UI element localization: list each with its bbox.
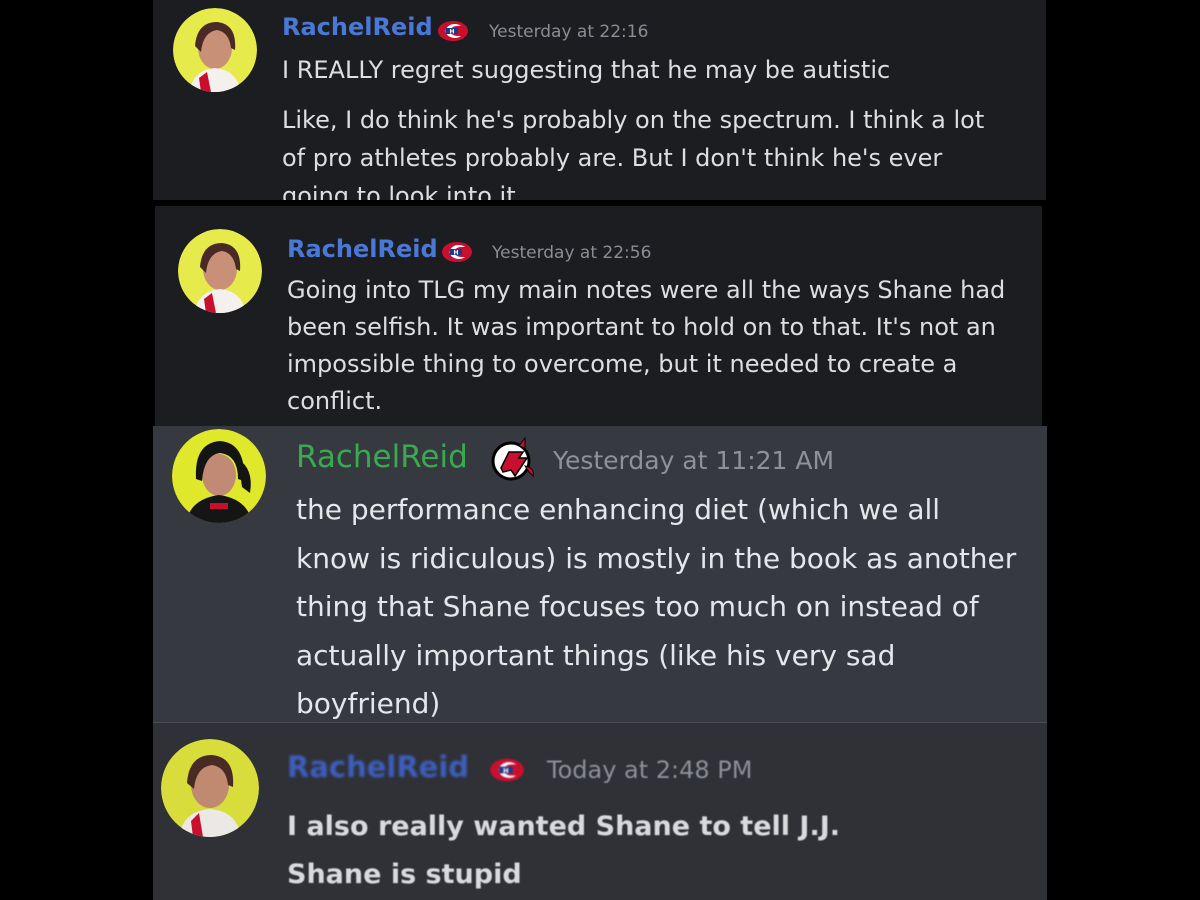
message-timestamp: Yesterday at 22:56 <box>492 243 652 263</box>
message-line: boyfriend) <box>296 687 441 720</box>
user-avatar[interactable] <box>172 429 266 523</box>
message-line: of pro athletes probably are. But I don'… <box>282 144 943 172</box>
message-line: Shane is stupid <box>287 859 522 890</box>
message-timestamp: Today at 2:48 PM <box>547 756 753 784</box>
message-panel-1: RachelReid H Yesterday at 22:16 I REALLY… <box>153 0 1046 200</box>
canadiens-logo-icon: H <box>489 757 525 783</box>
svg-text:H: H <box>503 767 509 775</box>
message-line: thing that Shane focuses too much on ins… <box>296 590 979 623</box>
message-line: conflict. <box>287 387 383 415</box>
message-line: know is ridiculous) is mostly in the boo… <box>296 541 1017 575</box>
message-line: Like, I do think he's probably on the sp… <box>282 106 985 134</box>
author-name[interactable]: RachelReid <box>287 235 438 263</box>
message-text: Going into TLG my main notes were all th… <box>287 272 1005 420</box>
canadiens-logo-icon: H <box>441 241 473 263</box>
message-line: I also really wanted Shane to tell J.J. <box>287 811 841 842</box>
message-line: impossible thing to overcome, but it nee… <box>287 350 958 378</box>
svg-text:H: H <box>449 29 454 36</box>
message-line: I REALLY regret suggesting that he may b… <box>282 56 891 84</box>
message-line: Going into TLG my main notes were all th… <box>287 276 1006 304</box>
user-avatar[interactable] <box>178 229 262 313</box>
user-avatar[interactable] <box>173 8 257 92</box>
message-panel-2: RachelReid H Yesterday at 22:56 Going in… <box>155 206 1042 428</box>
message-panel-3: RachelReid Yesterday at 11:21 AM the per… <box>153 426 1047 722</box>
user-avatar[interactable] <box>161 739 259 837</box>
devils-logo-icon <box>489 436 537 482</box>
screenshot-collage: RachelReid H Yesterday at 22:16 I REALLY… <box>0 0 1200 900</box>
message-text: Like, I do think he's probably on the sp… <box>282 101 984 200</box>
message-text: I REALLY regret suggesting that he may b… <box>282 52 890 88</box>
message-timestamp: Yesterday at 22:16 <box>489 22 649 42</box>
message-line: the performance enhancing diet (which we… <box>296 493 941 526</box>
message-text: the performance enhancing diet (which we… <box>296 486 1016 722</box>
message-panel-4: RachelReid H Today at 2:48 PM I also rea… <box>153 722 1047 900</box>
canadiens-logo-icon: H <box>437 20 469 42</box>
svg-text:H: H <box>453 250 458 257</box>
message-line: actually important things (like his very… <box>296 638 896 672</box>
message-line: going to look into it. <box>282 182 524 200</box>
avatar-image <box>173 8 257 92</box>
author-name[interactable]: RachelReid <box>287 750 469 784</box>
avatar-image <box>172 429 266 523</box>
author-name[interactable]: RachelReid <box>282 13 433 41</box>
message-line: been selfish. It was important to hold o… <box>287 313 996 341</box>
author-name[interactable]: RachelReid <box>296 439 468 475</box>
message-text: I also really wanted Shane to tell J.J. … <box>287 803 840 899</box>
avatar-image <box>178 229 262 313</box>
avatar-image <box>161 739 259 837</box>
message-timestamp: Yesterday at 11:21 AM <box>553 446 835 475</box>
